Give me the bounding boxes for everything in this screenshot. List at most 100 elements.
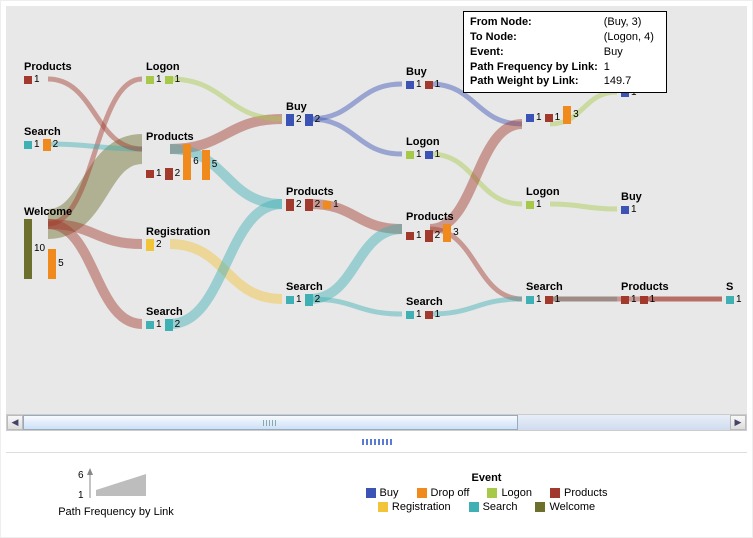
node-label: Search <box>526 281 563 294</box>
node-bars: 123 <box>406 224 461 242</box>
node-bar: 2 <box>305 294 323 306</box>
link-path[interactable] <box>170 204 282 324</box>
node-c3_logon[interactable]: Logon11 <box>406 136 442 161</box>
node-c4_mixed[interactable]: 113 <box>526 106 581 124</box>
link-path[interactable] <box>430 299 522 314</box>
node-bar: 1 <box>621 294 639 306</box>
bar-swatch-icon <box>640 296 648 304</box>
bar-swatch-icon <box>621 206 629 214</box>
node-label: Registration <box>146 226 210 239</box>
node-bars: 12 <box>24 139 61 151</box>
legend-item-welcome: Welcome <box>535 501 595 513</box>
scroll-thumb[interactable] <box>23 415 518 430</box>
node-c1_registration[interactable]: Registration2 <box>146 226 210 251</box>
bar-swatch-icon <box>425 311 433 319</box>
scroll-left-button[interactable]: ◀ <box>7 415 23 430</box>
link-path[interactable] <box>550 204 617 209</box>
bar-value: 1 <box>154 168 164 180</box>
bar-swatch-icon <box>305 199 313 211</box>
bar-swatch-icon <box>165 76 173 84</box>
legend-item-registration: Registration <box>378 501 451 513</box>
bar-value: 1 <box>331 199 341 211</box>
node-bars: 22 <box>286 114 322 126</box>
bar-swatch-icon <box>48 249 56 279</box>
node-c6_s[interactable]: S1 <box>726 281 744 306</box>
node-bar: 2 <box>146 239 164 251</box>
node-c1_products[interactable]: Products1265 <box>146 131 219 180</box>
node-c4_logon[interactable]: Logon1 <box>526 186 560 211</box>
bar-swatch-icon <box>545 114 553 122</box>
node-label: Products <box>146 131 219 144</box>
node-label: Logon <box>526 186 560 199</box>
tooltip-to-label: To Node: <box>470 30 604 45</box>
node-label: S <box>726 281 744 294</box>
event-legend: Event BuyDrop offLogonProductsRegistrati… <box>246 472 727 513</box>
bar-value: 2 <box>313 114 323 126</box>
tooltip-event-label: Event: <box>470 45 604 60</box>
node-c1_logon[interactable]: Logon11 <box>146 61 182 86</box>
node-bar: 1 <box>425 79 443 91</box>
node-label: Search <box>286 281 323 294</box>
node-label: Search <box>406 296 443 309</box>
node-c2_search[interactable]: Search12 <box>286 281 323 306</box>
scale-legend-graphic: 6 1 <box>76 468 156 502</box>
node-bars: 11 <box>526 294 563 306</box>
bar-value: 1 <box>534 112 544 124</box>
node-c3_buy[interactable]: Buy11 <box>406 66 442 91</box>
link-path[interactable] <box>310 84 402 119</box>
node-label: Buy <box>621 191 642 204</box>
node-c0_welcome[interactable]: Welcome105 <box>24 206 72 279</box>
link-path[interactable] <box>310 229 402 299</box>
bar-value: 1 <box>32 74 42 86</box>
bar-swatch-icon <box>165 168 173 180</box>
scroll-track[interactable] <box>23 415 730 430</box>
node-c1_search[interactable]: Search12 <box>146 306 183 331</box>
node-bar: 2 <box>305 114 323 126</box>
node-bars: 113 <box>526 106 581 124</box>
node-bar: 1 <box>526 294 544 306</box>
bar-value: 1 <box>414 79 424 91</box>
node-bar: 1 <box>406 149 424 161</box>
legend-item-logon: Logon <box>487 487 532 499</box>
horizontal-scrollbar[interactable]: ◀ ▶ <box>6 414 747 431</box>
bar-value: 1 <box>553 294 563 306</box>
node-bars: 105 <box>24 219 72 279</box>
node-c5_buy[interactable]: Buy1 <box>621 191 642 216</box>
bar-value: 1 <box>734 294 744 306</box>
bar-value: 1 <box>173 74 183 86</box>
scale-max: 6 <box>78 470 84 481</box>
node-bar: 1 <box>621 204 639 216</box>
node-c2_buy[interactable]: Buy22 <box>286 101 322 126</box>
node-c4_search[interactable]: Search11 <box>526 281 563 306</box>
node-label: Products <box>406 211 461 224</box>
node-c5_products[interactable]: Products11 <box>621 281 669 306</box>
link-path[interactable] <box>170 79 282 119</box>
bar-value: 10 <box>32 243 47 255</box>
bar-value: 1 <box>629 204 639 216</box>
bar-value: 2 <box>313 199 323 211</box>
legend-swatch-icon <box>469 502 479 512</box>
node-c0_search[interactable]: Search12 <box>24 126 61 151</box>
legend-label: Registration <box>392 501 451 513</box>
legend-label: Logon <box>501 487 532 499</box>
bar-value: 1 <box>648 294 658 306</box>
bar-swatch-icon <box>425 151 433 159</box>
bar-swatch-icon <box>563 106 571 124</box>
legend-label: Drop off <box>431 487 470 499</box>
node-c2_products[interactable]: Products221 <box>286 186 341 211</box>
scale-legend: 6 1 Path Frequency by Link <box>26 468 206 518</box>
scroll-right-button[interactable]: ▶ <box>730 415 746 430</box>
node-bar: 2 <box>286 114 304 126</box>
node-c0_products[interactable]: Products1 <box>24 61 72 86</box>
horizontal-splitter[interactable] <box>362 439 392 445</box>
bar-value: 2 <box>51 139 61 151</box>
node-c3_search[interactable]: Search11 <box>406 296 443 321</box>
node-bar: 1 <box>24 74 42 86</box>
node-label: Products <box>621 281 669 294</box>
node-bar: 6 <box>183 144 201 180</box>
node-bars: 12 <box>286 294 323 306</box>
link-path[interactable] <box>310 299 402 314</box>
legend-swatch-icon <box>417 488 427 498</box>
node-c3_products[interactable]: Products123 <box>406 211 461 242</box>
link-path[interactable] <box>310 119 402 154</box>
